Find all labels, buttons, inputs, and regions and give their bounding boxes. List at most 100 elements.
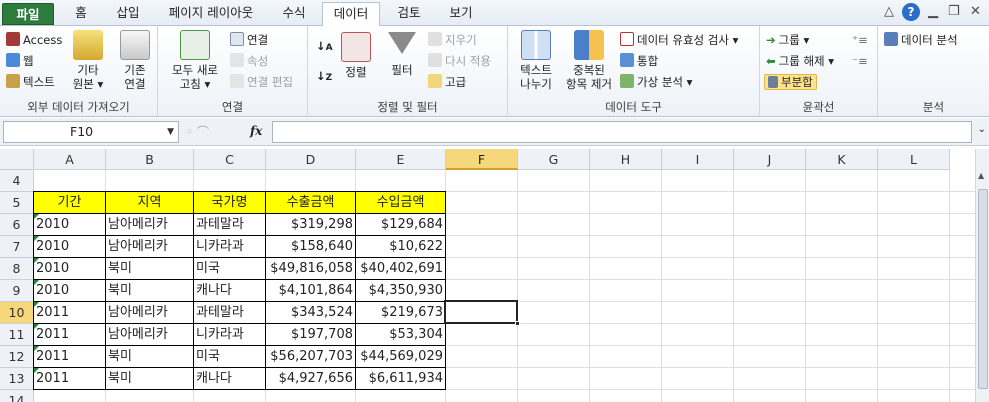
help-icon[interactable]: ?	[902, 3, 920, 21]
table-cell[interactable]: 2011	[34, 324, 105, 346]
row-header-11[interactable]: 11	[0, 324, 34, 346]
window-minimize-icon[interactable]: ▁	[928, 4, 938, 19]
table-cell[interactable]: 북미	[106, 280, 193, 302]
row-header-6[interactable]: 6	[0, 214, 34, 236]
table-cell[interactable]: 남아메리카	[106, 236, 193, 258]
table-cell[interactable]: 2010	[34, 258, 105, 280]
existing-connections-button[interactable]: 기존 연결	[114, 30, 156, 91]
table-cell[interactable]: $319,298	[266, 214, 355, 236]
refresh-all-button[interactable]: 모두 새로 고침 ▾	[164, 30, 226, 91]
expand-formula-bar-icon[interactable]: ⌄	[978, 124, 986, 135]
worksheet-grid[interactable]: A B C D E F G H I J K L 4 5 6 7 8 9 10 11 12 13 14 기간 지역 국가명 수출금액 수…	[0, 149, 975, 402]
window-close-icon[interactable]: ✕	[970, 4, 981, 19]
remove-duplicates-button[interactable]: 중복된 항목 제거	[560, 30, 618, 91]
tab-home[interactable]: 홈	[66, 2, 96, 26]
select-all-corner[interactable]	[0, 149, 34, 170]
column-header-h[interactable]: H	[590, 149, 662, 170]
connections-button[interactable]: 연결	[230, 30, 268, 50]
table-cell[interactable]: $4,101,864	[266, 280, 355, 302]
vertical-scrollbar[interactable]: ▲	[975, 149, 989, 402]
tab-page-layout[interactable]: 페이지 레이아웃	[158, 2, 264, 26]
table-cell[interactable]: $4,350,930	[356, 280, 445, 302]
fill-handle[interactable]	[515, 321, 520, 326]
name-box[interactable]: F10 ▼	[3, 121, 179, 143]
table-header-cell[interactable]: 지역	[106, 192, 193, 214]
web-button[interactable]: 웹	[6, 51, 34, 71]
table-cell[interactable]: 북미	[106, 368, 193, 390]
table-cell[interactable]: 2010	[34, 214, 105, 236]
table-cell[interactable]: $44,569,029	[356, 346, 445, 368]
table-cell[interactable]: 캐나다	[194, 368, 265, 390]
other-sources-button[interactable]: 기타 원본 ▾	[66, 30, 110, 91]
table-header-cell[interactable]: 수출금액	[266, 192, 355, 214]
table-cell[interactable]: 남아메리카	[106, 324, 193, 346]
edit-links-button[interactable]: 연결 편집	[230, 72, 293, 92]
row-header-14[interactable]: 14	[0, 390, 34, 402]
filter-button[interactable]: 필터	[384, 32, 420, 77]
sort-za-icon[interactable]: ↓Z	[316, 66, 332, 86]
table-cell[interactable]: $56,207,703	[266, 346, 355, 368]
table-cell[interactable]: $49,816,058	[266, 258, 355, 280]
table-cell[interactable]: 남아메리카	[106, 302, 193, 324]
tab-insert[interactable]: 삽입	[108, 2, 148, 26]
column-header-c[interactable]: C	[194, 149, 266, 170]
table-cell[interactable]: 캐나다	[194, 280, 265, 302]
table-cell[interactable]: $53,304	[356, 324, 445, 346]
row-header-12[interactable]: 12	[0, 346, 34, 368]
table-cell[interactable]: 니카라과	[194, 324, 265, 346]
column-header-f[interactable]: F	[446, 149, 518, 170]
column-header-d[interactable]: D	[266, 149, 356, 170]
table-cell[interactable]: $219,673	[356, 302, 445, 324]
window-restore-icon[interactable]: ❐	[948, 4, 960, 19]
reapply-button[interactable]: 다시 적용	[428, 51, 491, 71]
table-cell[interactable]: 2011	[34, 368, 105, 390]
tab-review[interactable]: 검토	[388, 2, 430, 26]
data-validation-button[interactable]: 데이터 유효성 검사 ▾	[620, 30, 738, 50]
table-cell[interactable]: $10,622	[356, 236, 445, 258]
row-header-13[interactable]: 13	[0, 368, 34, 390]
table-cell[interactable]: 니카라과	[194, 236, 265, 258]
advanced-filter-button[interactable]: 고급	[428, 72, 466, 92]
table-cell[interactable]: 2011	[34, 302, 105, 324]
text-button[interactable]: 텍스트	[6, 72, 55, 92]
table-cell[interactable]: $158,640	[266, 236, 355, 258]
column-header-g[interactable]: G	[518, 149, 590, 170]
column-header-j[interactable]: J	[734, 149, 806, 170]
clear-filter-button[interactable]: 지우기	[428, 30, 477, 50]
table-cell[interactable]: 과테말라	[194, 302, 265, 324]
tab-formulas[interactable]: 수식	[272, 2, 316, 26]
group-button[interactable]: ➔ 그룹 ▾	[766, 30, 809, 50]
properties-button[interactable]: 속성	[230, 51, 268, 71]
subtotal-button[interactable]: 부분합	[764, 72, 817, 92]
table-cell[interactable]: 북미	[106, 346, 193, 368]
access-button[interactable]: Access	[6, 30, 62, 50]
table-cell[interactable]: 과테말라	[194, 214, 265, 236]
name-box-dropdown-icon[interactable]: ▼	[167, 122, 174, 142]
ribbon-minimize-icon[interactable]: △	[884, 4, 894, 19]
table-header-cell[interactable]: 수입금액	[356, 192, 445, 214]
scroll-up-icon[interactable]: ▲	[978, 171, 984, 180]
text-to-columns-button[interactable]: 텍스트 나누기	[512, 30, 560, 91]
column-header-e[interactable]: E	[356, 149, 446, 170]
column-header-b[interactable]: B	[106, 149, 194, 170]
table-cell[interactable]: 2011	[34, 346, 105, 368]
data-analysis-button[interactable]: 데이터 분석	[884, 30, 958, 50]
sort-az-icon[interactable]: ↓A	[316, 36, 333, 56]
row-header-8[interactable]: 8	[0, 258, 34, 280]
table-cell[interactable]: $4,927,656	[266, 368, 355, 390]
table-cell[interactable]: 미국	[194, 346, 265, 368]
table-cell[interactable]: $197,708	[266, 324, 355, 346]
column-header-i[interactable]: I	[662, 149, 734, 170]
formula-input[interactable]	[272, 121, 972, 143]
row-header-9[interactable]: 9	[0, 280, 34, 302]
table-cell[interactable]: $6,611,934	[356, 368, 445, 390]
formula-bar-resize-handle[interactable]: ◦ ⌒	[186, 123, 209, 140]
tab-data[interactable]: 데이터	[322, 2, 380, 27]
table-header-cell[interactable]: 기간	[34, 192, 105, 214]
row-header-10[interactable]: 10	[0, 302, 34, 324]
table-cell[interactable]: 2010	[34, 280, 105, 302]
row-header-4[interactable]: 4	[0, 170, 34, 192]
table-cell[interactable]: 미국	[194, 258, 265, 280]
table-cell[interactable]: $40,402,691	[356, 258, 445, 280]
table-header-cell[interactable]: 국가명	[194, 192, 265, 214]
